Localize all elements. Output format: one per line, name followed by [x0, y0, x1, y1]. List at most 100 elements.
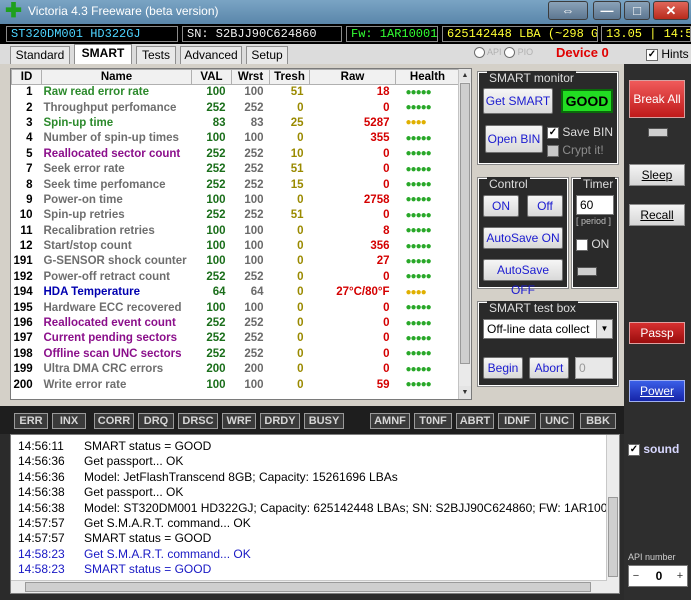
cell-wrst: 100: [244, 132, 264, 145]
log-time: 14:56:38: [18, 485, 65, 500]
save-bin-label: Save BIN: [562, 125, 614, 139]
passp-button[interactable]: Passp: [629, 322, 685, 344]
table-row[interactable]: 5 Reallocated sector count 252 252 10 0 ●●●●●: [12, 146, 460, 161]
table-row[interactable]: 191 G-SENSOR shock counter 100 100 0 27 ●●●●●: [12, 254, 460, 269]
tab-standard[interactable]: Standard: [10, 46, 70, 64]
table-row[interactable]: 195 Hardware ECC recovered 100 100 0 0 ●●●●●: [12, 300, 460, 315]
api-number-stepper[interactable]: − 0 +: [628, 565, 688, 587]
col-header-health[interactable]: Health: [395, 69, 460, 85]
log-time: 14:56:36: [18, 454, 65, 469]
col-header-tresh[interactable]: Tresh: [269, 69, 310, 85]
table-row[interactable]: 194 HDA Temperature 64 64 0 27°C/80°F ●●●●: [12, 285, 460, 300]
cell-raw: 0: [383, 163, 390, 176]
table-row[interactable]: 199 Ultra DMA CRC errors 200 200 0 0 ●●●●●: [12, 362, 460, 377]
hints-checkbox[interactable]: ✓: [646, 48, 658, 61]
cell-wrst: 252: [244, 178, 264, 191]
control-off-button[interactable]: Off: [527, 195, 563, 217]
maximize-button[interactable]: □: [624, 1, 650, 20]
sound-checkbox[interactable]: ✓: [628, 443, 640, 456]
timer-on-toggle[interactable]: ON: [576, 237, 609, 251]
save-bin-checkbox[interactable]: ✓: [547, 126, 559, 139]
recall-button[interactable]: Recall: [629, 204, 685, 226]
table-row[interactable]: 10 Spin-up retries 252 252 51 0 ●●●●●: [12, 208, 460, 223]
table-row[interactable]: 198 Offline scan UNC sectors 252 252 0 0 ●●●●●: [12, 346, 460, 361]
tab-setup[interactable]: Setup: [246, 46, 288, 64]
log-hscroll-thumb[interactable]: [25, 582, 591, 592]
cell-name: Number of spin-up times: [43, 132, 179, 145]
table-scrollbar[interactable]: ▲ ▼: [458, 69, 471, 399]
cell-name: Current pending sectors: [43, 332, 178, 345]
pio-radio[interactable]: [504, 47, 516, 59]
table-row[interactable]: 196 Reallocated event count 252 252 0 0 ●●●●●: [12, 315, 460, 330]
col-header-name[interactable]: Name: [41, 69, 192, 85]
col-header-id[interactable]: ID: [11, 69, 42, 85]
table-row[interactable]: 12 Start/stop count 100 100 0 356 ●●●●●: [12, 238, 460, 253]
event-log[interactable]: 14:56:11 SMART status = GOOD 14:56:36 Get p…: [10, 434, 620, 594]
table-row[interactable]: 11 Recalibration retries 100 100 0 8 ●●●●●: [12, 223, 460, 238]
col-header-val[interactable]: VAL: [191, 69, 232, 85]
break-all-button[interactable]: Break All: [629, 80, 685, 118]
col-header-wrst[interactable]: Wrst: [231, 69, 270, 85]
table-row[interactable]: 2 Throughput perfomance 252 252 0 0 ●●●●●: [12, 100, 460, 115]
pio-radio-label: PIO: [517, 47, 534, 57]
cell-name: Recalibration retries: [43, 224, 155, 237]
test-progress-field: 0: [575, 357, 613, 379]
timer-input[interactable]: 60: [576, 195, 614, 215]
cell-name: Spin-up retries: [43, 209, 125, 222]
autosave-off-button[interactable]: AutoSave OFF: [483, 259, 563, 297]
log-horizontal-scrollbar[interactable]: [11, 580, 607, 593]
cell-tresh: 0: [297, 240, 304, 253]
minimize-button[interactable]: —: [593, 1, 621, 20]
scroll-down-arrow-icon[interactable]: ▼: [459, 386, 471, 399]
scroll-up-arrow-icon[interactable]: ▲: [459, 69, 471, 82]
open-bin-button[interactable]: Open BIN: [485, 125, 543, 153]
table-row[interactable]: 3 Spin-up time 83 83 25 5287 ●●●●: [12, 115, 460, 130]
cell-raw: 2758: [363, 193, 390, 206]
table-row[interactable]: 4 Number of spin-up times 100 100 0 355 ●●●●●: [12, 131, 460, 146]
cell-val: 252: [206, 147, 226, 160]
cell-name: Throughput perfomance: [43, 101, 177, 114]
autosave-on-button[interactable]: AutoSave ON: [483, 227, 563, 249]
cell-id: 9: [26, 193, 33, 206]
save-bin-toggle[interactable]: ✓ Save BIN: [547, 125, 613, 139]
increment-button[interactable]: +: [673, 566, 687, 586]
get-smart-button[interactable]: Get SMART: [483, 88, 553, 114]
abort-button[interactable]: Abort: [529, 357, 569, 379]
hints-toggle[interactable]: ✓ Hints: [646, 47, 689, 61]
tab-tests[interactable]: Tests: [136, 46, 176, 64]
crypt-checkbox[interactable]: [547, 144, 559, 157]
crypt-toggle[interactable]: Crypt it!: [547, 143, 604, 157]
table-row[interactable]: 200 Write error rate 100 100 0 59 ●●●●●: [12, 377, 460, 392]
sound-toggle[interactable]: ✓ sound: [628, 442, 679, 456]
scroll-thumb[interactable]: [460, 83, 470, 364]
table-row[interactable]: 197 Current pending sectors 252 252 0 0 ●●●●●: [12, 331, 460, 346]
col-header-raw[interactable]: Raw: [309, 69, 396, 85]
api-number-label: API number: [628, 552, 676, 562]
timer-on-checkbox[interactable]: [576, 238, 588, 251]
power-button[interactable]: Power: [629, 380, 685, 402]
tab-smart[interactable]: SMART: [74, 44, 132, 64]
sleep-button[interactable]: Sleep: [629, 164, 685, 186]
begin-button[interactable]: Begin: [483, 357, 523, 379]
ata-flags-bar: ERR INX CORR DRQ DRSC WRF DRDY BUSY AMNF…: [0, 406, 624, 434]
close-button[interactable]: ✕: [653, 1, 689, 20]
table-row[interactable]: 7 Seek error rate 252 252 51 0 ●●●●●: [12, 161, 460, 176]
log-scroll-thumb[interactable]: [608, 497, 618, 577]
resize-arrows-icon[interactable]: ⇔: [548, 1, 588, 20]
cell-health: ●●●●●: [405, 148, 432, 160]
cell-tresh: 0: [297, 363, 304, 376]
timer-period-label: [ period ]: [576, 216, 612, 226]
decrement-button[interactable]: −: [629, 566, 643, 586]
table-row[interactable]: 9 Power-on time 100 100 0 2758 ●●●●●: [12, 192, 460, 207]
table-row[interactable]: 192 Power-off retract count 252 252 0 0 ●●●●●: [12, 269, 460, 284]
log-scrollbar[interactable]: [606, 435, 619, 593]
control-on-button[interactable]: ON: [483, 195, 519, 217]
api-radio[interactable]: [474, 47, 485, 59]
table-row[interactable]: 8 Seek time perfomance 252 252 15 0 ●●●●●: [12, 177, 460, 192]
tab-advanced[interactable]: Advanced: [180, 46, 242, 64]
test-type-select[interactable]: Off-line data collect ▼: [483, 319, 613, 339]
dropdown-arrow-icon[interactable]: ▼: [596, 320, 612, 338]
log-line: 14:56:38 Get passport... OK: [18, 485, 183, 499]
log-time: 14:57:57: [18, 516, 65, 530]
table-row[interactable]: 1 Raw read error rate 100 100 51 18 ●●●●●: [12, 85, 460, 100]
